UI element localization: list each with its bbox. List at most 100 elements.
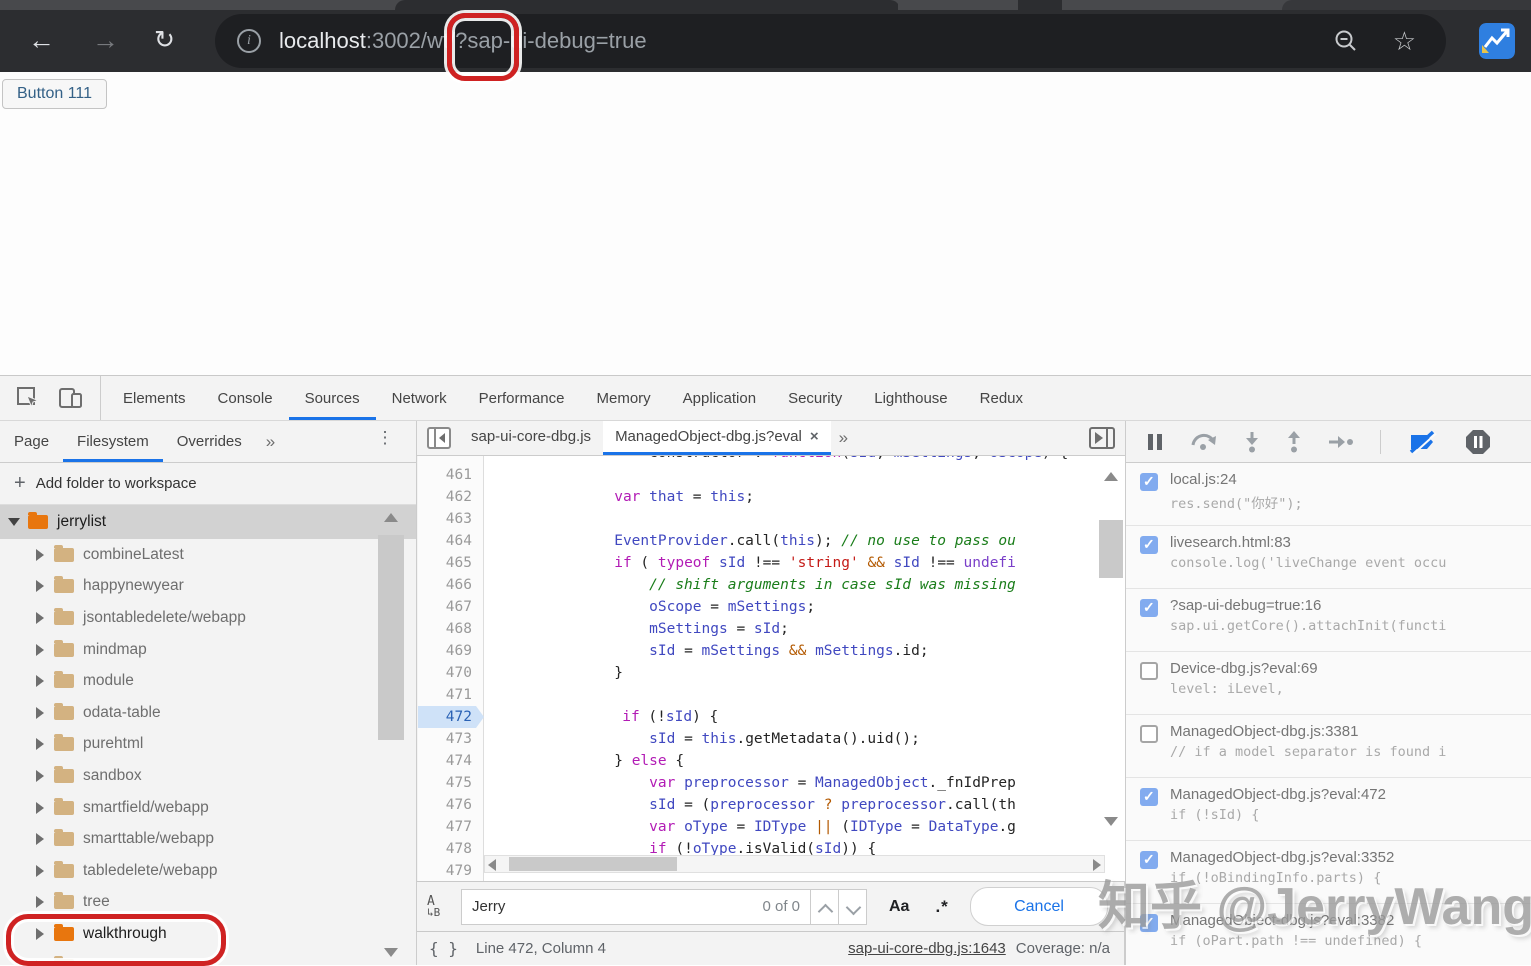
tab-security[interactable]: Security [772,376,858,420]
pause-script-icon[interactable] [1146,432,1164,452]
extension-icon[interactable] [1479,23,1515,59]
tab-redux[interactable]: Redux [964,376,1039,420]
tree-item-odata-table[interactable]: odata-table [0,697,416,729]
caret-right-icon[interactable] [36,896,44,909]
line-number[interactable]: 466 [418,574,484,596]
breakpoint-location[interactable]: ManagedObject-dbg.js:3381 [1170,723,1523,740]
breakpoint-location[interactable]: ManagedObject-dbg.js?eval:472 [1170,786,1523,803]
code-line-472[interactable]: 472 if (!sId) { [418,706,1125,728]
line-number[interactable]: 474 [418,750,484,772]
breakpoint-checkbox[interactable] [1140,473,1158,491]
line-number[interactable]: 476 [418,794,484,816]
code-line-469[interactable]: 469 sId = mSettings && mSettings.id; [418,640,1125,662]
code-line-477[interactable]: 477 var oType = IDType || (IDType = Data… [418,816,1125,838]
line-number[interactable]: 477 [418,816,484,838]
breakpoint-line-marker[interactable]: 472 [418,706,484,728]
deactivate-breakpoints-icon[interactable] [1407,430,1439,454]
back-button[interactable]: ← [28,23,55,57]
breakpoint-checkbox[interactable] [1140,788,1158,806]
code-line-476[interactable]: 476 sId = (preprocessor ? preprocessor.c… [418,794,1125,816]
line-number[interactable]: 478 [418,838,484,860]
breakpoint-entry[interactable]: livesearch.html:83 console.log('liveChang… [1126,526,1531,589]
tree-item-purehtml[interactable]: purehtml [0,729,416,761]
line-number[interactable]: 470 [418,662,484,684]
step-over-icon[interactable] [1190,432,1218,452]
step-icon[interactable] [1328,435,1354,449]
step-out-icon[interactable] [1286,430,1302,453]
tree-item-sandbox[interactable]: sandbox [0,760,416,792]
caret-right-icon[interactable] [36,580,44,593]
tab-page[interactable]: Page [0,421,63,462]
zoom-out-icon[interactable] [1333,28,1359,54]
breakpoint-location[interactable]: ?sap-ui-debug=true:16 [1170,597,1523,614]
caret-right-icon[interactable] [36,675,44,688]
code-line-467[interactable]: 467 oScope = mSettings; [418,596,1125,618]
caret-right-icon[interactable] [36,864,44,877]
caret-right-icon[interactable] [36,738,44,751]
line-number[interactable]: 468 [418,618,484,640]
site-info-icon[interactable]: i [237,29,261,53]
tab-filesystem[interactable]: Filesystem [63,421,163,462]
breakpoint-checkbox[interactable] [1140,536,1158,554]
scrollbar-thumb[interactable] [509,857,677,871]
file-tab-sap-ui-core-dbg.js[interactable]: sap-ui-core-dbg.js [459,421,603,455]
page-button-111[interactable]: Button 111 [2,79,108,109]
line-number[interactable]: 462 [418,486,484,508]
line-number[interactable]: 471 [418,684,484,706]
tree-scrollbar[interactable] [378,509,404,961]
tab-overrides[interactable]: Overrides [163,421,256,462]
caret-right-icon[interactable] [36,643,44,656]
tab-memory[interactable]: Memory [581,376,667,420]
line-number[interactable]: 469 [418,640,484,662]
match-case-button[interactable]: Aa [889,898,909,916]
caret-right-icon[interactable] [36,548,44,561]
tab-application[interactable]: Application [667,376,772,420]
cancel-button[interactable]: Cancel [970,887,1108,926]
tree-item-module[interactable]: module [0,665,416,697]
breakpoint-location[interactable]: Device-dbg.js?eval:69 [1170,660,1523,677]
inactive-tab[interactable] [1062,0,1280,10]
scroll-down-arrow[interactable] [384,948,398,957]
collapse-sidebar-icon[interactable] [427,427,451,449]
inactive-tab[interactable] [898,0,1018,10]
code-editor[interactable]: constructor : function(sId, mSettings, o… [418,456,1125,881]
code-line-partial[interactable]: constructor : function(sId, mSettings, o… [418,456,1125,464]
tab-sources[interactable]: Sources [288,376,376,420]
scroll-up-arrow[interactable] [1104,472,1118,481]
line-number[interactable]: 463 [418,508,484,530]
code-line-468[interactable]: 468 mSettings = sId; [418,618,1125,640]
caret-down-icon[interactable] [8,518,20,526]
caret-right-icon[interactable] [36,801,44,814]
code-line-474[interactable]: 474 } else { [418,750,1125,772]
scroll-up-arrow[interactable] [384,513,398,522]
show-debugger-sidebar-icon[interactable] [1089,427,1115,449]
caret-right-icon[interactable] [36,833,44,846]
line-number[interactable] [418,456,484,464]
code-line-464[interactable]: 464 EventProvider.call(this); // no use … [418,530,1125,552]
breakpoint-entry[interactable]: local.js:24 res.send("你好"); [1126,463,1531,526]
reload-button[interactable]: ↻ [154,23,175,57]
tree-item-jerrylist[interactable]: jerrylist [0,505,416,539]
breakpoint-location[interactable]: livesearch.html:83 [1170,534,1523,551]
tree-item-smartfield/webapp[interactable]: smartfield/webapp [0,792,416,824]
scrollbar-thumb[interactable] [378,535,404,740]
pause-on-exceptions-icon[interactable] [1465,429,1491,455]
scrollbar-thumb[interactable] [1099,520,1123,578]
scroll-down-arrow[interactable] [1104,817,1118,826]
more-options-menu-icon[interactable]: ⋮ [376,428,394,448]
breakpoint-checkbox[interactable] [1140,662,1158,680]
breakpoint-entry[interactable]: ManagedObject-dbg.js?eval:472 if (!sId) { [1126,778,1531,841]
file-tab-ManagedObject-dbg.js?eval[interactable]: ManagedObject-dbg.js?eval × [603,421,831,455]
tree-item-happynewyear[interactable]: happynewyear [0,571,416,603]
line-number[interactable]: 464 [418,530,484,552]
regex-button[interactable]: .* [935,897,948,917]
tree-item-smarttable/webapp[interactable]: smarttable/webapp [0,823,416,855]
breakpoint-checkbox[interactable] [1140,725,1158,743]
active-tab[interactable] [395,0,900,10]
caret-right-icon[interactable] [36,611,44,624]
caret-right-icon[interactable] [36,706,44,719]
breakpoint-entry[interactable]: ManagedObject-dbg.js:3381 // if a model s… [1126,715,1531,778]
inspect-element-icon[interactable] [16,386,40,410]
line-number[interactable]: 475 [418,772,484,794]
search-input[interactable]: Jerry 0 of 0 [461,888,811,925]
